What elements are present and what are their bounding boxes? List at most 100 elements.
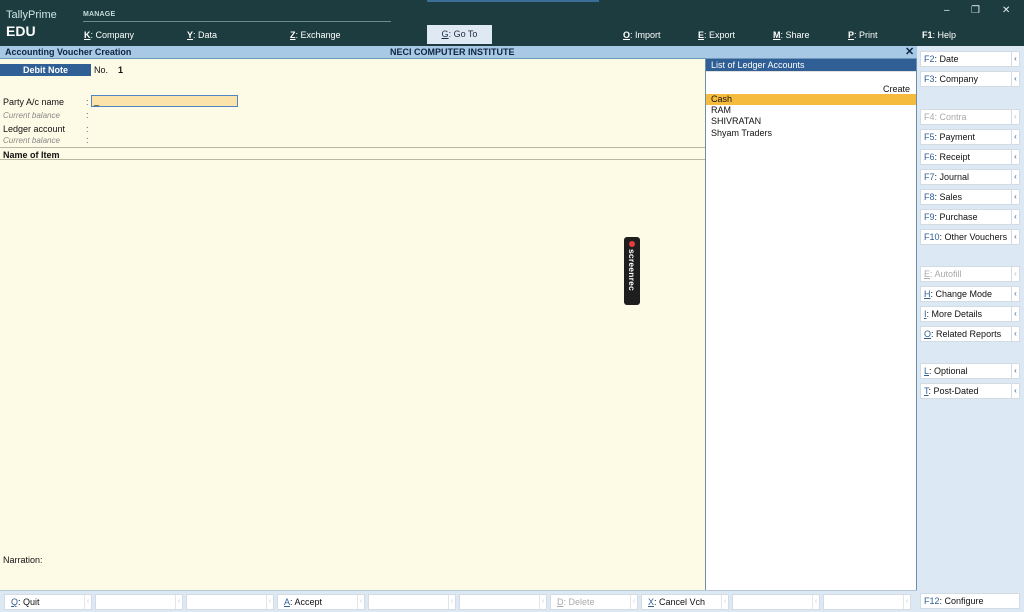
ledger-account-colon: :	[86, 124, 89, 134]
configure-label: Configure	[944, 596, 984, 606]
chevron-left-icon[interactable]: ‹	[1011, 72, 1019, 86]
sales-button[interactable]: F8: Sales ‹	[920, 189, 1020, 205]
ledger-item-cash[interactable]: Cash	[706, 94, 916, 105]
menu-exchange-label: Exchange	[300, 30, 341, 40]
screenrec-label: screenrec	[627, 249, 637, 291]
ledger-item-shyam-traders[interactable]: Shyam Traders	[706, 128, 916, 139]
menu-export-label: Export	[709, 30, 736, 40]
bottom-empty-button: ‹	[732, 594, 820, 610]
autofill-button[interactable]: E: Autofill ‹	[920, 266, 1020, 282]
chevron-left-icon[interactable]: ‹	[1011, 364, 1019, 378]
cancel-voucher-key: X	[648, 597, 654, 607]
chevron-left-icon: ‹	[1011, 267, 1019, 281]
app-brand: TallyPrime EDU	[6, 10, 57, 39]
menu-help-key: F1	[922, 30, 933, 40]
purchase-label: Purchase	[939, 212, 978, 222]
menu-exchange[interactable]: Z: Exchange	[290, 30, 341, 40]
menu-share[interactable]: M: Share	[773, 30, 810, 40]
payment-key: F5	[924, 132, 935, 142]
quit-key-letter: Q	[11, 597, 19, 607]
chevron-left-icon: ‹	[1011, 110, 1019, 124]
screenrec-overlay[interactable]: screenrec	[624, 237, 640, 305]
cancel-voucher-button[interactable]: X: Cancel Vch ‹	[641, 594, 729, 610]
chevron-left-icon[interactable]: ‹	[1011, 384, 1019, 398]
ledger-item-shivratan[interactable]: SHIVRATAN	[706, 116, 916, 127]
related-reports-key-letter: O	[924, 329, 932, 339]
other-vouchers-key: F10	[924, 232, 940, 242]
goto-button[interactable]: G: Go To	[427, 25, 492, 44]
delete-button[interactable]: D: Delete ‹	[550, 594, 638, 610]
receipt-button[interactable]: F6: Receipt ‹	[920, 149, 1020, 165]
payment-button[interactable]: F5: Payment ‹	[920, 129, 1020, 145]
sales-key: F8	[924, 192, 935, 202]
menu-data[interactable]: Y: Data	[187, 30, 217, 40]
menu-company-key: K	[84, 30, 91, 40]
chevron-left-icon[interactable]: ‹	[1011, 130, 1019, 144]
ledger-item-ram[interactable]: RAM	[706, 105, 916, 116]
chevron-left-icon: ‹	[175, 595, 182, 609]
post-dated-button[interactable]: T: Post-Dated ‹	[920, 383, 1020, 399]
chevron-left-icon[interactable]: ‹	[1011, 327, 1019, 341]
contra-button[interactable]: F4: Contra ‹	[920, 109, 1020, 125]
change-mode-button[interactable]: H: Change Mode ‹	[920, 286, 1020, 302]
chevron-left-icon[interactable]: ‹	[1011, 150, 1019, 164]
menu-print[interactable]: P: Print	[848, 30, 878, 40]
other-vouchers-label: Other Vouchers	[944, 232, 1008, 242]
create-ledger-button[interactable]: Create	[883, 84, 910, 94]
autofill-label: Autofill	[934, 269, 962, 279]
chevron-left-icon[interactable]: ‹	[1011, 52, 1019, 66]
menu-company[interactable]: K: Company	[84, 30, 134, 40]
minimize-icon[interactable]: –	[944, 5, 950, 16]
menu-export[interactable]: E: Export	[698, 30, 735, 40]
chevron-left-icon[interactable]: ‹	[1011, 230, 1019, 244]
chevron-left-icon: ‹	[357, 595, 364, 609]
journal-button[interactable]: F7: Journal ‹	[920, 169, 1020, 185]
window-close-icon[interactable]: ✕	[1002, 5, 1010, 16]
cancel-voucher-key-letter: X	[648, 597, 655, 607]
menu-import-key: O	[623, 30, 631, 40]
post-dated-key-letter: T	[924, 386, 929, 396]
chevron-left-icon[interactable]: ‹	[1011, 287, 1019, 301]
purchase-button[interactable]: F9: Purchase ‹	[920, 209, 1020, 225]
voucher-type-badge[interactable]: Debit Note	[0, 64, 91, 76]
configure-button[interactable]: F12: Configure	[920, 593, 1020, 609]
menu-help[interactable]: F1: Help	[922, 30, 956, 40]
menu-help-label: Help	[937, 30, 957, 40]
company-button[interactable]: F3: Company ‹	[920, 71, 1020, 87]
menu-data-label: Data	[198, 30, 218, 40]
menu-section-label: MANAGE	[83, 11, 116, 18]
bottom-button-bar: Q: Quit ‹ ‹ ‹ A: Accept ‹ ‹ ‹ D: Delete ‹ X…	[0, 590, 917, 612]
date-button[interactable]: F2: Date ‹	[920, 51, 1020, 67]
menu-data-key: Y	[187, 30, 194, 40]
close-voucher-icon[interactable]: ✕	[905, 45, 914, 58]
more-details-key-letter: I	[924, 309, 927, 319]
divider	[0, 159, 705, 160]
more-details-button[interactable]: I: More Details ‹	[920, 306, 1020, 322]
goto-key: G	[441, 29, 449, 39]
menu-print-label: Print	[859, 30, 878, 40]
menu-section-divider	[83, 21, 391, 22]
related-reports-key: O	[924, 329, 931, 339]
quit-button[interactable]: Q: Quit ‹	[4, 594, 92, 610]
accept-button[interactable]: A: Accept ‹	[277, 594, 365, 610]
chevron-left-icon[interactable]: ‹	[1011, 170, 1019, 184]
optional-button[interactable]: L: Optional ‹	[920, 363, 1020, 379]
menu-import[interactable]: O: Import	[623, 30, 661, 40]
menu-share-key: M	[773, 30, 781, 40]
other-vouchers-button[interactable]: F10: Other Vouchers ‹	[920, 229, 1020, 245]
chevron-left-icon[interactable]: ‹	[1011, 190, 1019, 204]
company-name: NECI COMPUTER INSTITUTE	[390, 47, 515, 57]
chevron-left-icon[interactable]: ‹	[1011, 307, 1019, 321]
optional-key-letter: L	[924, 366, 930, 376]
party-account-input[interactable]: _	[91, 95, 238, 107]
chevron-left-icon[interactable]: ‹	[1011, 210, 1019, 224]
page-title: Accounting Voucher Creation	[5, 47, 132, 57]
delete-label: Delete	[568, 597, 595, 607]
restore-icon[interactable]: ❐	[971, 5, 980, 16]
more-details-key: I	[924, 309, 927, 319]
menu-print-key: P	[848, 30, 855, 40]
divider	[706, 71, 916, 72]
delete-key: D	[557, 597, 564, 607]
related-reports-button[interactable]: O: Related Reports ‹	[920, 326, 1020, 342]
accept-key: A	[284, 597, 290, 607]
